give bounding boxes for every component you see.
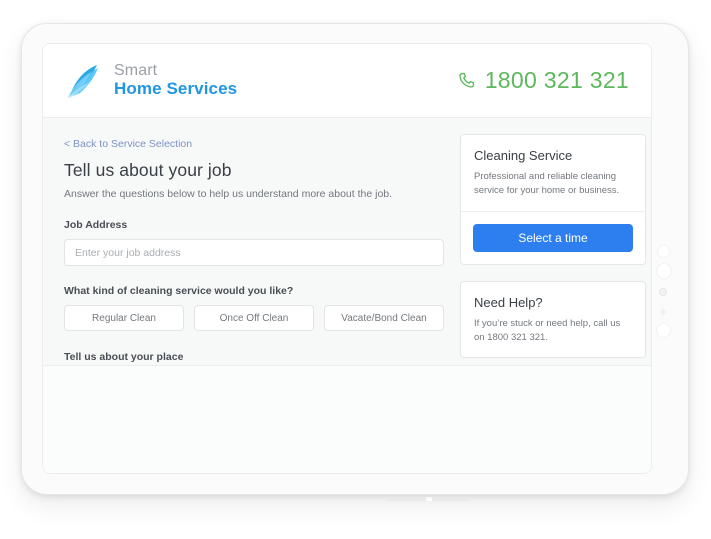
job-address-input[interactable] xyxy=(64,239,444,266)
page-title: Tell us about your job xyxy=(64,160,232,180)
phone-icon xyxy=(459,72,474,88)
bezel-dot-3 xyxy=(659,288,667,296)
tablet-screen: Smart Home Services 1800 321 321 < Back … xyxy=(42,43,652,474)
feather-logo-icon xyxy=(67,64,98,98)
brand-logo-link[interactable]: Smart Home Services xyxy=(64,61,237,101)
page-footer xyxy=(43,365,651,473)
device-bezel-decorations xyxy=(654,224,674,344)
bezel-dot-1 xyxy=(658,246,669,257)
job-address-label: Job Address xyxy=(64,219,128,231)
header-phone-link[interactable]: 1800 321 321 xyxy=(457,67,629,94)
brand-name-bottom: Home Services xyxy=(114,78,238,98)
service-type-option-regular-clean[interactable]: Regular Clean xyxy=(64,305,184,331)
service-type-section: What kind of cleaning service would you … xyxy=(64,285,444,331)
service-type-label: What kind of cleaning service would you … xyxy=(64,285,294,297)
brand-name-top: Smart xyxy=(114,62,158,80)
need-help-card-title: Need Help? xyxy=(474,294,543,310)
bezel-dot-2 xyxy=(657,264,671,278)
job-address-section: Job Address xyxy=(64,219,444,266)
cleaning-service-card-footer: Select a time xyxy=(461,210,645,264)
need-help-card-body: Need Help? If you’re stuck or need help,… xyxy=(461,282,645,358)
cleaning-service-card-body: Cleaning Service Professional and reliab… xyxy=(461,135,645,211)
tablet-device-frame: Smart Home Services 1800 321 321 < Back … xyxy=(21,23,689,501)
cleaning-service-card: Cleaning Service Professional and reliab… xyxy=(460,134,646,265)
cleaning-service-card-description: Professional and reliable cleaning servi… xyxy=(474,171,620,197)
device-bottom-port xyxy=(388,497,471,501)
service-type-options: Regular Clean Once Off Clean Vacate/Bond… xyxy=(64,305,444,331)
service-type-option-once-off-clean[interactable]: Once Off Clean xyxy=(194,305,314,331)
page-subtitle: Answer the questions below to help us un… xyxy=(64,188,393,200)
sidebar: Cleaning Service Professional and reliab… xyxy=(460,134,646,374)
bezel-dot-5 xyxy=(657,324,670,337)
site-header: Smart Home Services 1800 321 321 xyxy=(43,44,651,118)
cleaning-service-card-title: Cleaning Service xyxy=(474,148,573,163)
bezel-dot-4 xyxy=(661,310,665,314)
phone-number: 1800 321 321 xyxy=(484,67,629,93)
place-label: Tell us about your place xyxy=(64,351,184,363)
back-to-service-selection-link[interactable]: < Back to Service Selection xyxy=(64,138,192,150)
need-help-card-description: If you’re stuck or need help, call us on… xyxy=(474,317,621,343)
select-a-time-button[interactable]: Select a time xyxy=(473,223,633,252)
brand-wordmark: Smart Home Services xyxy=(114,62,238,98)
need-help-card: Need Help? If you’re stuck or need help,… xyxy=(460,280,646,358)
web-page: Smart Home Services 1800 321 321 < Back … xyxy=(43,44,651,473)
service-type-option-vacate-bond-clean[interactable]: Vacate/Bond Clean xyxy=(324,305,444,331)
